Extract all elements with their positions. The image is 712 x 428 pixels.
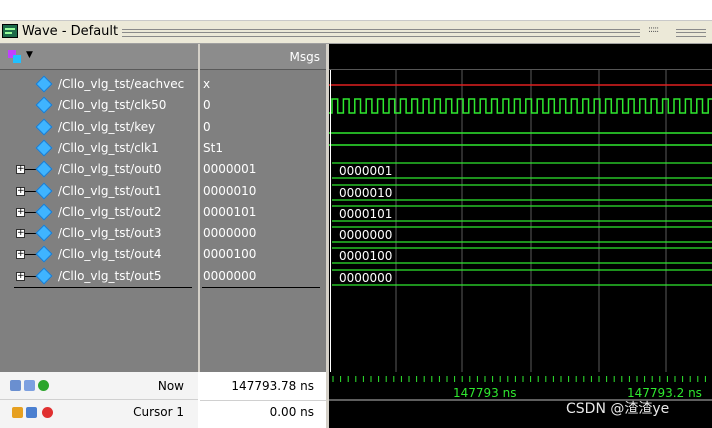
lock-icon[interactable] (12, 407, 23, 418)
signal-value: 0000001 (203, 162, 257, 176)
now-row: Now (0, 372, 198, 400)
now-value: 147793.78 ns (231, 379, 314, 393)
wave-add-icon[interactable] (8, 50, 22, 64)
waveform-canvas[interactable]: 0000001 0000010 0000101 0000000 0000100 00000… (329, 44, 712, 372)
signal-name[interactable]: /Cllo_vlg_tst/key (58, 117, 155, 137)
add-cursor-icon[interactable] (38, 380, 49, 391)
cursor-row: Cursor 1 (0, 400, 198, 428)
chevron-down-icon[interactable]: ▼ (26, 50, 33, 60)
signal-name[interactable]: /Cllo_vlg_tst/out1 (58, 181, 161, 201)
wave-clk50 (329, 98, 712, 114)
wave-bus-label: 0000100 (339, 249, 392, 263)
watermark: CSDN @渣渣ye (566, 401, 670, 417)
wrench-icon[interactable] (26, 407, 37, 418)
signal-value: 0 (203, 98, 211, 112)
signal-name[interactable]: /Cllo_vlg_tst/out0 (58, 159, 161, 179)
wave-bus-label: 0000000 (339, 271, 392, 285)
titlebar-grip-right[interactable] (676, 29, 706, 37)
expand-plus-icon[interactable]: + (16, 165, 25, 174)
signal-value: 0000000 (203, 269, 257, 283)
grid-icon[interactable] (24, 380, 35, 391)
waveform-pane[interactable]: 0000001 0000010 0000101 0000000 0000100 00000… (329, 44, 712, 372)
signal-name[interactable]: /Cllo_vlg_tst/out3 (58, 223, 161, 243)
signal-value: St1 (203, 141, 223, 155)
expand-plus-icon[interactable]: + (16, 187, 25, 196)
signal-name[interactable]: /Cllo_vlg_tst/out4 (58, 244, 161, 264)
signal-value: 0000101 (203, 205, 257, 219)
expand-plus-icon[interactable]: + (16, 208, 25, 217)
expand-plus-icon[interactable]: + (16, 229, 25, 238)
window-title: Wave - Default (22, 24, 119, 39)
signal-name[interactable]: /Cllo_vlg_tst/out5 (58, 266, 161, 286)
cursor-label: Cursor 1 (133, 405, 184, 419)
signal-name[interactable]: /Cllo_vlg_tst/out2 (58, 202, 161, 222)
signal-name[interactable]: /Cllo_vlg_tst/clk1 (58, 138, 159, 158)
wave-bus-label: 0000010 (339, 186, 392, 200)
signal-value: 0000000 (203, 226, 257, 240)
cursor-value: 0.00 ns (269, 405, 314, 419)
signal-value: x (203, 77, 211, 91)
now-label: Now (157, 379, 184, 393)
wave-bus-label: 0000001 (339, 164, 392, 178)
signal-value: 0 (203, 120, 211, 134)
time-label-1: 147793 ns (453, 386, 517, 400)
expand-plus-icon[interactable]: + (16, 272, 25, 281)
msgs-header-label: Msgs (289, 50, 320, 64)
wave-window-icon (2, 24, 18, 38)
window-titlebar[interactable]: Wave - Default ::::: (0, 21, 712, 44)
names-header: ▼ (0, 44, 198, 70)
signal-value: 0000010 (203, 184, 257, 198)
top-strip (0, 0, 712, 21)
values-header: Msgs (200, 44, 326, 70)
expand-plus-icon[interactable]: + (16, 250, 25, 259)
wave-bus-label: 0000101 (339, 207, 392, 221)
remove-cursor-icon[interactable] (42, 407, 53, 418)
zoom-icon[interactable] (10, 380, 21, 391)
titlebar-grip[interactable] (122, 29, 640, 37)
signal-name[interactable]: /Cllo_vlg_tst/eachvec (58, 74, 184, 94)
status-values: 147793.78 ns 0.00 ns (200, 372, 326, 428)
signal-value: 0000100 (203, 247, 257, 261)
dock-dots[interactable]: ::::: (648, 25, 659, 35)
row-underline (14, 287, 192, 288)
status-left: Now Cursor 1 (0, 372, 198, 428)
row-underline-values (202, 287, 320, 288)
wave-bus-label: 0000000 (339, 228, 392, 242)
signal-name[interactable]: /Cllo_vlg_tst/clk50 (58, 95, 166, 115)
